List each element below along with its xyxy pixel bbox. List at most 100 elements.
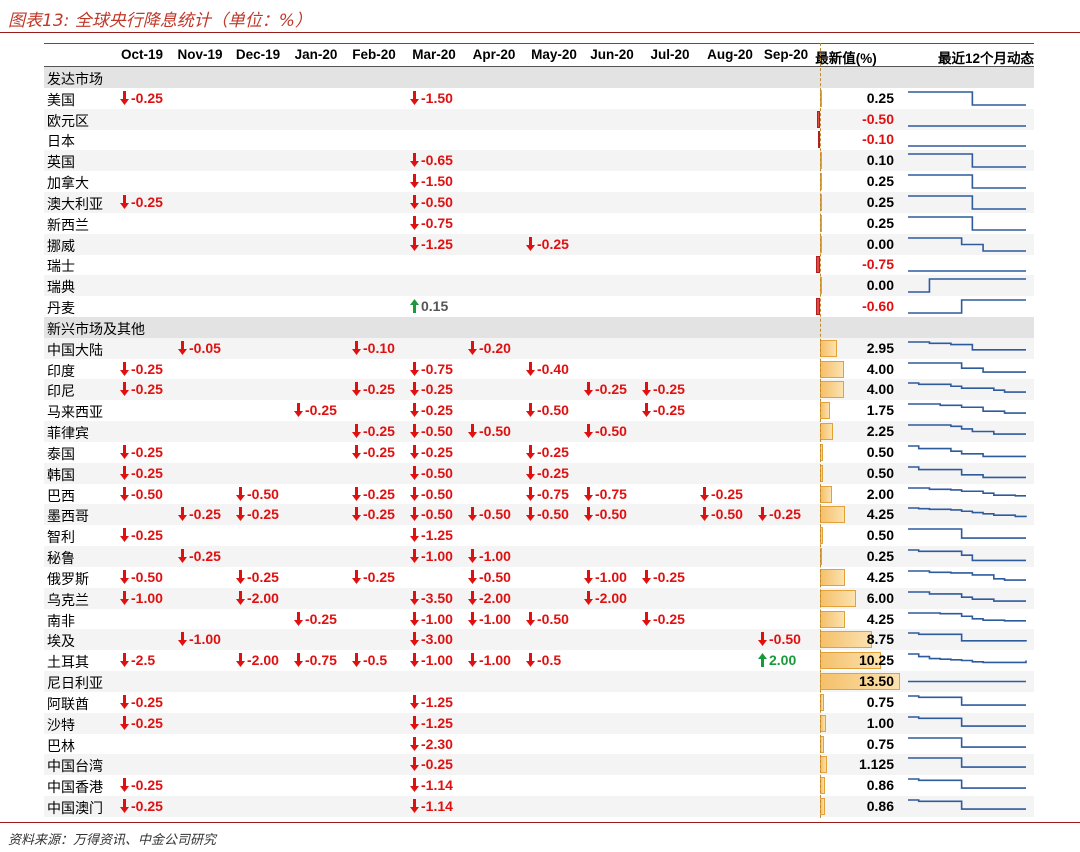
country-name: 印尼 (47, 384, 75, 401)
down-arrow-icon (120, 799, 129, 814)
latest-value: 1.125 (858, 756, 894, 773)
rate-change-value: -0.50 (421, 423, 453, 440)
rate-change-value: -0.65 (421, 152, 453, 169)
rate-change-value: -0.40 (537, 360, 569, 377)
rate-change-value: -0.05 (189, 339, 221, 356)
down-arrow-icon (468, 340, 477, 355)
sparkline-12m (908, 715, 1026, 727)
sparkline-12m (908, 215, 1026, 231)
table-row: 韩国 -0.25 -0.50 -0.25 0.50 (44, 462, 1034, 484)
down-arrow-icon (700, 486, 709, 501)
rate-change-cell: -0.25 (526, 236, 569, 252)
rate-change-cell: -0.25 (236, 569, 279, 585)
rate-change-cell: -3.00 (410, 631, 453, 647)
sparkline-12m (908, 445, 1026, 458)
down-arrow-icon (410, 90, 419, 105)
latest-value: 1.75 (866, 402, 894, 419)
rate-change-cell: -0.25 (236, 506, 279, 522)
rate-change-value: -0.50 (537, 506, 569, 523)
down-arrow-icon (584, 569, 593, 584)
rate-change-value: -0.25 (653, 568, 685, 585)
sparkline-12m (908, 611, 1026, 622)
table-row: 巴西 -0.50 -0.50 -0.25 -0.50 -0.75 -0.75 -0.25 2.0… (44, 484, 1034, 505)
country-name: 丹麦 (47, 301, 75, 318)
rate-change-value: 0.15 (421, 298, 449, 315)
rate-change-cell: -0.50 (758, 631, 801, 647)
column-header: Nov-19 (177, 47, 223, 62)
table-row: 马来西亚 -0.25 -0.25 -0.50 -0.25 1.75 (44, 400, 1034, 421)
sparkline-12m (908, 632, 1027, 643)
sparkline-12m (908, 757, 1026, 769)
sparkline-path (908, 236, 1026, 252)
rate-change-cell: -0.25 (294, 611, 337, 627)
rate-change-value: -2.00 (247, 589, 279, 606)
down-arrow-icon (120, 653, 129, 668)
down-arrow-icon (410, 174, 419, 189)
rate-change-cell: -1.14 (410, 777, 453, 793)
down-arrow-icon (410, 236, 419, 251)
rate-change-value: -1.00 (479, 548, 511, 565)
column-header: Mar-20 (412, 47, 456, 62)
rate-change-value: -0.25 (363, 568, 395, 585)
down-arrow-icon (120, 528, 129, 543)
down-arrow-icon (178, 507, 187, 522)
down-arrow-icon (410, 611, 419, 626)
section-label: 发达市场 (47, 72, 103, 88)
latest-value: 0.25 (866, 548, 894, 565)
rate-change-cell: -1.14 (410, 798, 453, 814)
latest-value: 0.25 (866, 214, 894, 231)
rate-change-value: -0.50 (131, 568, 163, 585)
sparkline-path (908, 445, 1026, 458)
down-arrow-icon (410, 361, 419, 376)
rate-change-value: -0.25 (247, 506, 279, 523)
table-row: 沙特 -0.25 -1.25 1.00 (44, 712, 1034, 734)
rate-change-cell: -2.00 (468, 590, 511, 606)
country-name: 阿联酋 (47, 696, 89, 713)
latest-value: -0.75 (862, 256, 894, 273)
down-arrow-icon (410, 215, 419, 230)
rate-change-value: -0.50 (479, 423, 511, 440)
rate-change-cell: -0.5 (352, 652, 387, 668)
down-arrow-icon (526, 507, 535, 522)
down-arrow-icon (410, 153, 419, 168)
country-name: 瑞士 (47, 259, 75, 276)
rate-change-cell: 2.00 (758, 652, 796, 668)
rate-change-cell: -0.75 (584, 486, 627, 502)
down-arrow-icon (352, 653, 361, 668)
down-arrow-icon (120, 590, 129, 605)
rate-change-value: -1.00 (131, 589, 163, 606)
rate-change-cell: -0.25 (352, 444, 395, 460)
rate-change-value: -0.25 (421, 381, 453, 398)
down-arrow-icon (120, 444, 129, 459)
down-arrow-icon (526, 403, 535, 418)
country-name: 美国 (47, 92, 75, 109)
rate-change-value: -0.25 (131, 381, 163, 398)
rate-change-value: -0.25 (363, 485, 395, 502)
latest-value: 0.86 (866, 777, 894, 794)
sparkline-12m (908, 680, 1026, 683)
country-name: 乌克兰 (47, 592, 89, 609)
rate-change-value: -0.50 (421, 485, 453, 502)
latest-value: 4.00 (866, 381, 894, 398)
rate-change-cell: -0.50 (410, 423, 453, 439)
rate-change-cell: -0.25 (352, 569, 395, 585)
down-arrow-icon (120, 194, 129, 209)
down-arrow-icon (410, 799, 419, 814)
rate-change-value: -0.25 (131, 777, 163, 794)
sparkline-path (908, 195, 1026, 210)
sparkline-12m (908, 270, 1026, 273)
rate-change-cell: -0.50 (410, 194, 453, 210)
down-arrow-icon (236, 486, 245, 501)
table-row: 俄罗斯 -0.50 -0.25 -0.25 -0.50 -1.00 -0.25 4.25 (44, 567, 1034, 588)
rate-change-value: -0.25 (653, 381, 685, 398)
rate-change-cell: -0.75 (294, 652, 337, 668)
rate-change-value: -1.50 (421, 89, 453, 106)
rate-change-value: 2.00 (769, 652, 797, 669)
country-name: 秘鲁 (47, 551, 75, 568)
latest-value: 4.00 (866, 360, 894, 377)
down-arrow-icon (120, 778, 129, 793)
down-arrow-icon (410, 632, 419, 647)
sparkline-12m (908, 91, 1026, 106)
down-arrow-icon (584, 590, 593, 605)
latest-value-bar (820, 360, 844, 378)
